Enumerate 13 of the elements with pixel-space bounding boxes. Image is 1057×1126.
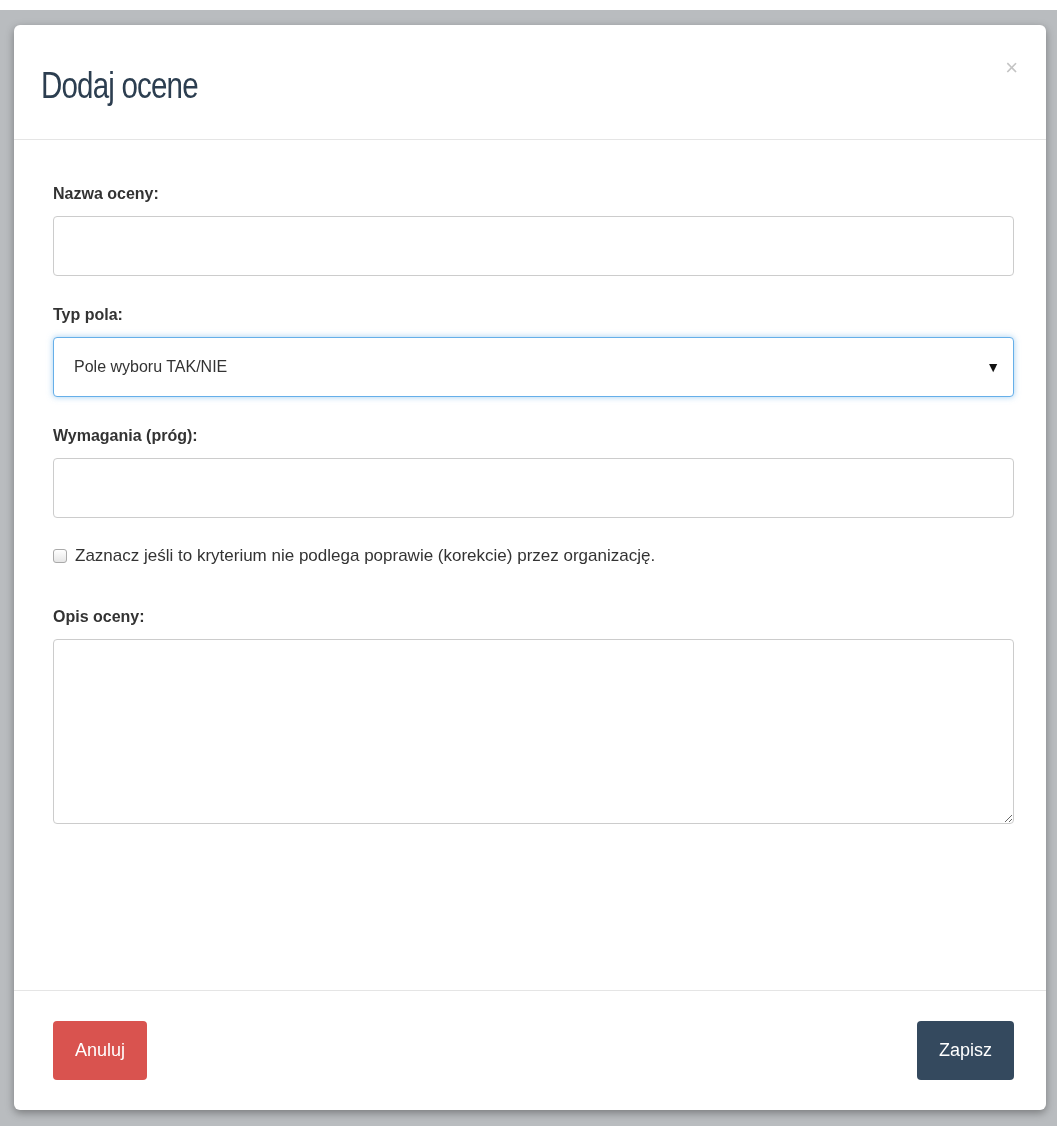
field-label: Wymagania (próg): <box>53 427 198 445</box>
input-field[interactable] <box>53 216 1014 276</box>
dialog-title: Dodaj ocene <box>41 65 198 107</box>
field-label: Opis oceny: <box>53 608 145 626</box>
checkbox[interactable] <box>53 549 67 563</box>
field-label: Nazwa oceny: <box>53 185 159 203</box>
checkbox-label: Zaznacz jeśli to kryterium nie podlega poprawie (korekcie) przez organizację. <box>75 546 656 566</box>
cancel-button[interactable]: Anuluj <box>53 1021 148 1080</box>
input-field[interactable] <box>53 458 1014 518</box>
field-label: Typ pola: <box>53 306 123 324</box>
select-field[interactable]: Pole wyboru TAK/NIE ▼ <box>53 337 1014 397</box>
textarea-field[interactable] <box>53 639 1014 824</box>
save-button[interactable]: Zapisz <box>917 1021 1014 1080</box>
